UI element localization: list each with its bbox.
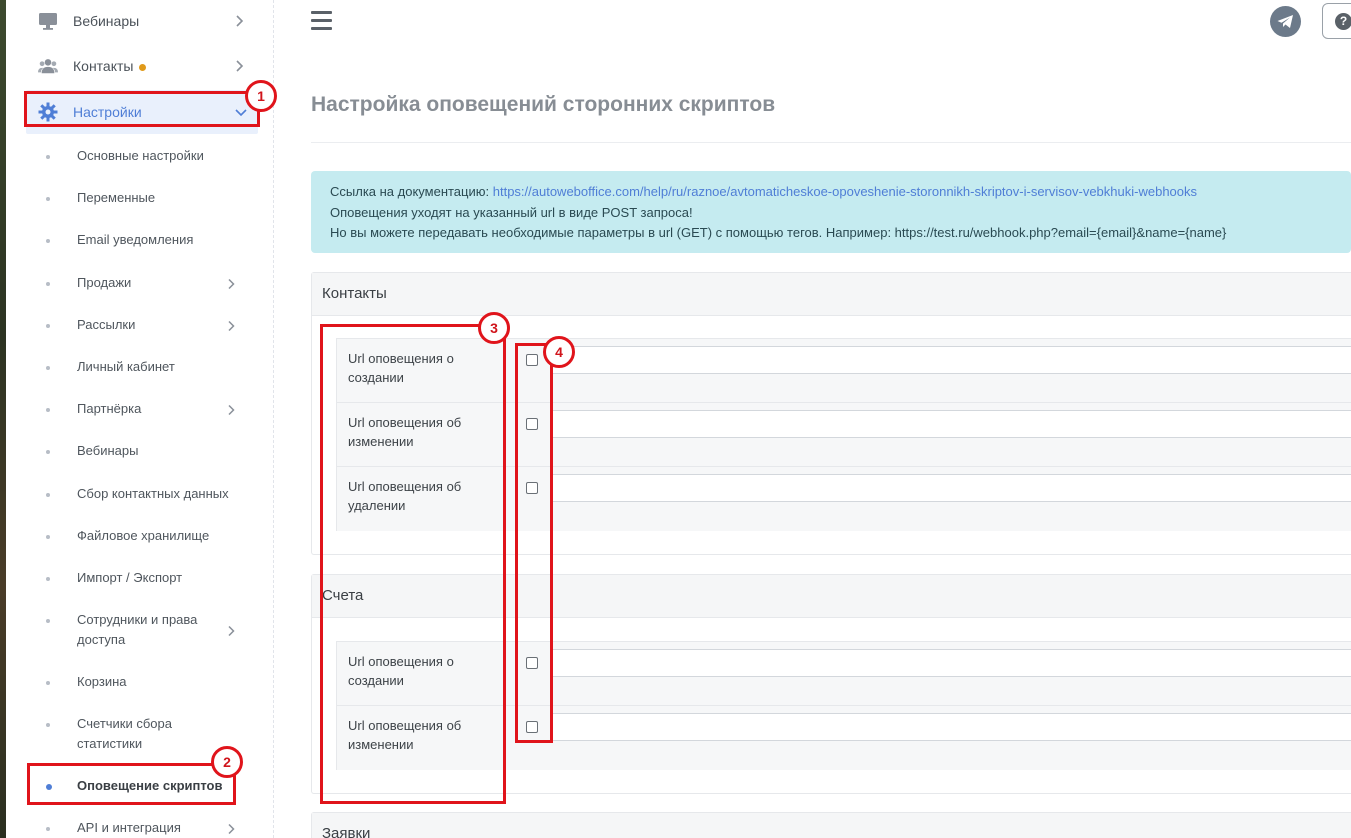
telegram-icon[interactable] [1270, 6, 1301, 37]
chevron-right-icon [225, 277, 237, 290]
chevron-right-icon [225, 822, 237, 835]
sidebar-subitem-label: Вебинары [77, 443, 139, 458]
url-input[interactable] [550, 649, 1351, 677]
url-input[interactable] [550, 474, 1351, 502]
bullet-icon [46, 493, 50, 497]
sidebar-subitem-label: Email уведомления [77, 232, 194, 247]
chevron-right-icon [225, 403, 237, 416]
annotation-marker: 4 [543, 336, 575, 368]
annotation-box-labels [320, 324, 506, 804]
documentation-link[interactable]: https://autoweboffice.com/help/ru/raznoe… [493, 184, 1197, 199]
section-title: Заявки [312, 813, 1351, 838]
bullet-icon [46, 155, 50, 159]
sidebar-subitem-label: API и интеграция [77, 820, 181, 835]
bullet-icon [46, 239, 50, 243]
bullet-icon [46, 723, 50, 727]
sidebar-item-label: Контакты [73, 58, 134, 74]
bullet-icon [46, 681, 50, 685]
chevron-right-icon [232, 59, 246, 73]
annotation-marker: 3 [478, 312, 510, 344]
bullet-icon [46, 577, 50, 581]
sidebar-subitem-label: Корзина [77, 674, 127, 689]
bullet-icon [46, 535, 50, 539]
sidebar-subitem-label: Импорт / Экспорт [77, 570, 183, 585]
info-line-get: Но вы можете передавать необходимые пара… [330, 225, 1227, 240]
sidebar-subitem-label: Личный кабинет [77, 359, 175, 374]
chevron-right-icon [225, 319, 237, 332]
url-input[interactable] [550, 346, 1351, 374]
bullet-icon [46, 366, 50, 370]
page-title: Настройка оповещений сторонних скриптов [311, 93, 776, 116]
info-alert: Ссылка на документацию: https://autowebo… [311, 171, 1351, 253]
sidebar-subitem-label: Файловое хранилище [77, 528, 210, 543]
bullet-icon [46, 827, 50, 831]
chevron-right-icon [232, 14, 246, 28]
sidebar-item-label: Вебинары [73, 13, 140, 29]
bullet-icon [46, 619, 50, 623]
annotation-box-settings [24, 91, 260, 127]
bullet-icon [46, 282, 50, 286]
sidebar-subitem-label: Рассылки [77, 317, 136, 332]
bullet-icon [46, 197, 50, 201]
section-requests: Заявки [311, 812, 1351, 838]
notification-dot [139, 63, 147, 71]
question-icon: ? [1335, 13, 1351, 30]
sidebar-subitem-label: Счетчики сбора статистики [77, 716, 172, 751]
sidebar-subitem-label: Партнёрка [77, 401, 142, 416]
hamburger-icon[interactable] [311, 11, 332, 31]
sidebar-subitem-label: Переменные [77, 190, 156, 205]
sidebar-subitem-label: Основные настройки [77, 148, 204, 163]
url-input[interactable] [550, 410, 1351, 438]
bullet-icon [46, 324, 50, 328]
sidebar-item-contacts[interactable]: Контакты [6, 44, 274, 88]
info-doc-prefix: Ссылка на документацию: [330, 184, 493, 199]
sidebar-subitem-label: Сбор контактных данных [77, 486, 229, 501]
help-button[interactable]: ? [1322, 3, 1351, 39]
section-title: Контакты [312, 273, 1351, 316]
annotation-marker: 2 [211, 746, 243, 778]
bullet-icon [46, 408, 50, 412]
info-doc-line: Ссылка на документацию: https://autowebo… [330, 182, 1351, 203]
url-input[interactable] [550, 713, 1351, 741]
monitor-icon [38, 11, 58, 31]
annotation-box-script-notifications [27, 763, 236, 805]
chevron-right-icon [225, 624, 237, 637]
sidebar-subitem-label: Продажи [77, 275, 132, 290]
sidebar-item-webinars[interactable]: Вебинары [6, 0, 274, 43]
annotation-box-checkboxes [515, 343, 553, 743]
annotation-marker: 1 [245, 80, 277, 112]
sidebar-subitem-label: Сотрудники и права доступа [77, 612, 198, 647]
users-icon [38, 56, 58, 76]
bullet-icon [46, 450, 50, 454]
info-line-post: Оповещения уходят на указанный url в вид… [330, 204, 693, 220]
title-divider [311, 142, 1351, 143]
